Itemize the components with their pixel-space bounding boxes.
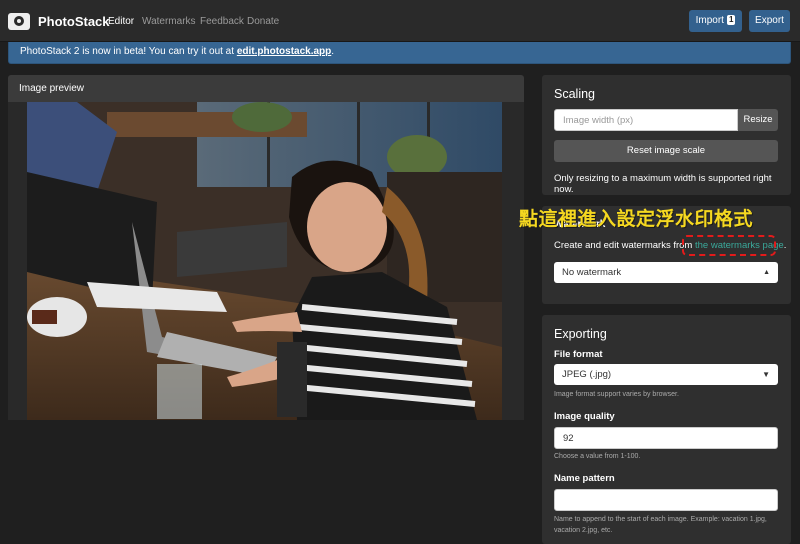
annotation-caption: 點這裡進入設定浮水印格式 (519, 209, 754, 230)
name-pattern-input[interactable] (554, 489, 778, 511)
preview-photo (27, 102, 502, 420)
watermark-suffix: . (783, 240, 787, 251)
beta-banner: PhotoStack 2 is now in beta! You can try… (8, 42, 791, 64)
export-button[interactable]: Export (749, 10, 790, 32)
banner-text: PhotoStack 2 is now in beta! You can try… (20, 46, 237, 57)
watermark-text: Create and edit watermarks from (554, 240, 695, 251)
file-format-selected: JPEG (.jpg) (562, 369, 612, 380)
nav-editor[interactable]: Editor (108, 16, 134, 27)
brand-name[interactable]: PhotoStack (38, 14, 110, 29)
image-width-input[interactable] (554, 109, 738, 131)
resize-button[interactable]: Resize (738, 109, 778, 131)
image-quality-label: Image quality (554, 411, 615, 422)
file-format-label: File format (554, 349, 603, 360)
reset-scale-button[interactable]: Reset image scale (554, 140, 778, 162)
nav-donate[interactable]: Donate (247, 16, 279, 27)
nav-feedback[interactable]: Feedback (200, 16, 244, 27)
scaling-note: Only resizing to a maximum width is supp… (554, 173, 772, 195)
banner-link[interactable]: edit.photostack.app (237, 46, 331, 57)
exporting-card: Exporting File format JPEG (.jpg) ▼ Imag… (542, 315, 791, 544)
image-quality-help: Choose a value from 1-100. (554, 453, 641, 460)
annotation-highlight-box (682, 235, 776, 256)
camera-icon[interactable] (8, 13, 30, 30)
file-format-help: Image format support varies by browser. (554, 391, 679, 398)
nav-watermarks[interactable]: Watermarks (142, 16, 196, 27)
name-pattern-help-1: Name to append to the start of each imag… (554, 516, 767, 523)
banner-suffix: . (331, 46, 335, 57)
scaling-card: Scaling Resize Reset image scale Only re… (542, 75, 791, 195)
watermark-select[interactable]: No watermark ▲ (554, 262, 778, 283)
top-navbar: PhotoStack Editor Watermarks Feedback Do… (0, 0, 800, 42)
image-preview-header: Image preview (8, 75, 524, 102)
scaling-title: Scaling (554, 87, 595, 101)
dropdown-arrow-icon: ▼ (762, 370, 770, 379)
import-count-badge: 1 (726, 15, 736, 25)
import-button[interactable]: Import 1 (689, 10, 742, 32)
file-format-select[interactable]: JPEG (.jpg) ▼ (554, 364, 778, 385)
name-pattern-label: Name pattern (554, 473, 615, 484)
name-pattern-help-2: vacation 2.jpg, etc. (554, 527, 613, 534)
updown-arrow-icon: ▲ (763, 269, 770, 276)
import-label: Import (695, 15, 724, 26)
exporting-title: Exporting (554, 327, 607, 341)
watermark-selected: No watermark (562, 267, 622, 278)
image-quality-input[interactable] (554, 427, 778, 449)
